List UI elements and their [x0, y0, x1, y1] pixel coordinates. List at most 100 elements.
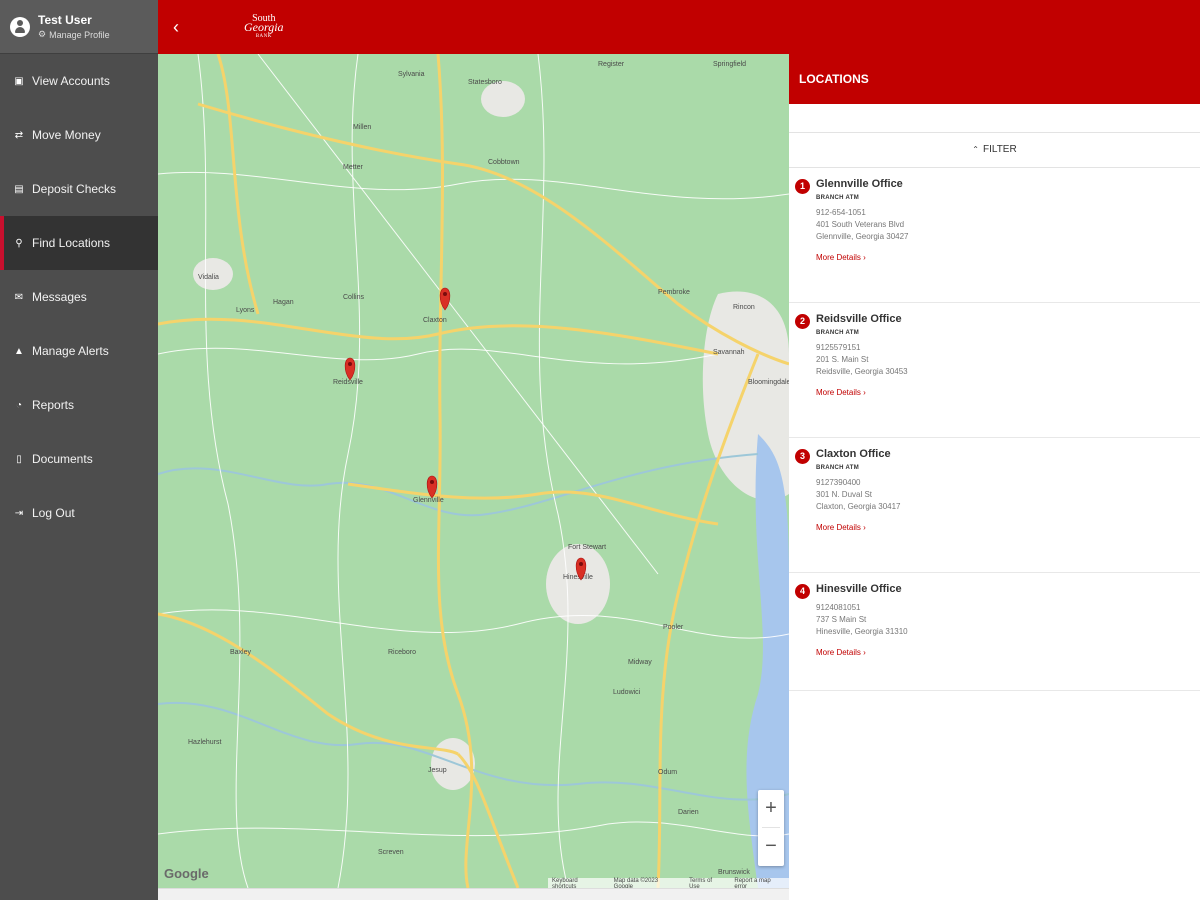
map-town-label: Collins	[343, 294, 365, 301]
gear-icon: ⚙	[38, 29, 47, 39]
map-town-label: Hazlehurst	[188, 739, 222, 746]
location-address-line-2: Reidsville, Georgia 30453	[816, 367, 908, 376]
sidebar-item-label: View Accounts	[32, 74, 110, 88]
more-details-link[interactable]: More Details ›	[816, 648, 1200, 657]
documents-icon: ▯	[16, 453, 22, 465]
more-details-link[interactable]: More Details ›	[816, 523, 1200, 532]
chevron-up-icon: ⌃	[972, 145, 979, 154]
map-footer-link[interactable]: Keyboard shortcuts	[552, 878, 604, 888]
log-out-icon: ⇥	[14, 507, 24, 519]
sidebar-item-move-money[interactable]: ⇄ Move Money	[0, 108, 158, 162]
location-phone[interactable]: 912-654-1051	[816, 207, 1200, 219]
manage-profile-link[interactable]: ⚙ Manage Profile	[38, 29, 110, 40]
location-name[interactable]: Claxton Office	[816, 447, 1200, 461]
location-card[interactable]: 1 Glennville Office BRANCH ATM 912-654-1051…	[789, 168, 1200, 303]
map-town-label: Statesboro	[468, 79, 502, 86]
user-avatar-icon	[10, 16, 30, 37]
deposit-checks-icon: ▤	[14, 183, 24, 195]
location-phone[interactable]: 9124081051	[816, 602, 1200, 614]
zoom-control: + −	[758, 790, 784, 866]
sidebar-item-deposit-checks[interactable]: ▤ Deposit Checks	[0, 162, 158, 216]
location-card[interactable]: 2 Reidsville Office BRANCH ATM 9125579151 20…	[789, 303, 1200, 438]
map-town-label: Jesup	[428, 767, 447, 774]
map-town-label: Glennville	[413, 497, 444, 504]
map-town-label: Midway	[628, 659, 652, 666]
map-town-label: Riceboro	[388, 649, 416, 656]
map-town-label: Ludowici	[613, 689, 641, 696]
more-details-link[interactable]: More Details ›	[816, 388, 1200, 397]
user-name: Test User	[38, 13, 92, 27]
location-address-line-1: 737 S Main St	[816, 615, 867, 624]
sidebar-item-find-locations[interactable]: ⚲ Find Locations	[0, 216, 158, 270]
map-town-label: Register	[598, 61, 625, 68]
map-town-label: Springfield	[713, 61, 746, 68]
location-phone[interactable]: 9127390400	[816, 477, 1200, 489]
map-town-label: Metter	[343, 164, 364, 171]
map-town-label: Rincon	[733, 304, 755, 311]
view-accounts-icon: ▣	[14, 75, 24, 87]
manage-profile-label: Manage Profile	[49, 29, 110, 40]
location-address-line-1: 301 N. Duval St	[816, 490, 873, 499]
hinesville-urban-area	[546, 544, 610, 624]
map-town-label: Savannah	[713, 349, 745, 356]
map-town-label: Darien	[678, 809, 699, 816]
location-phone[interactable]: 9125579151	[816, 342, 1200, 354]
move-money-icon: ⇄	[14, 129, 24, 141]
zoom-out-button[interactable]: −	[758, 828, 784, 865]
locations-panel: LOCATIONS ⌃ FILTER 1 Glennville Office BRAN…	[789, 54, 1200, 900]
sidebar-item-label: Reports	[32, 398, 75, 412]
locations-title: LOCATIONS	[789, 54, 1200, 104]
location-type: BRANCH ATM	[816, 330, 859, 336]
sidebar-item-view-accounts[interactable]: ▣ View Accounts	[0, 54, 158, 108]
map-footer-link[interactable]: Terms of Use	[689, 878, 724, 888]
location-number-badge: 3	[795, 449, 810, 464]
sidebar-item-label: Log Out	[32, 506, 75, 520]
sidebar: Test User ⚙ Manage Profile ▣ View Account…	[0, 0, 158, 900]
location-card[interactable]: 4 Hinesville Office 9124081051 737 S Main S…	[789, 573, 1200, 691]
zoom-in-button[interactable]: +	[758, 790, 784, 827]
sidebar-item-manage-alerts[interactable]: ▲ Manage Alerts	[0, 324, 158, 378]
map-town-label: Reidsville	[333, 379, 363, 386]
map-town-label: Pooler	[663, 624, 684, 631]
location-name[interactable]: Reidsville Office	[816, 312, 1200, 326]
location-number-badge: 1	[795, 179, 810, 194]
reports-icon: ◔	[15, 399, 23, 411]
map-town-label: Millen	[353, 124, 371, 131]
map-town-label: Lyons	[236, 307, 255, 314]
sidebar-item-log-out[interactable]: ⇥ Log Out	[0, 486, 158, 540]
sidebar-item-label: Manage Alerts	[32, 344, 109, 358]
location-name[interactable]: Glennville Office	[816, 177, 1200, 191]
map-canvas[interactable]: Millen Sylvania Statesboro Metter Reidsville…	[158, 54, 789, 888]
sidebar-item-label: Documents	[32, 452, 93, 466]
horizontal-scrollbar[interactable]	[158, 888, 789, 900]
map-town-label: Claxton	[423, 317, 447, 324]
map-town-label: Screven	[378, 849, 404, 856]
sidebar-item-documents[interactable]: ▯ Documents	[0, 432, 158, 486]
map-town-label: Fort Stewart	[568, 544, 606, 551]
location-card[interactable]: 3 Claxton Office BRANCH ATM 9127390400 301 N…	[789, 438, 1200, 573]
filter-toggle[interactable]: ⌃ FILTER	[789, 132, 1200, 168]
sidebar-item-messages[interactable]: ✉ Messages	[0, 270, 158, 324]
sidebar-item-label: Messages	[32, 290, 87, 304]
map-town-label: Cobbtown	[488, 159, 520, 166]
location-address-line-1: 201 S. Main St	[816, 355, 869, 364]
sidebar-item-label: Find Locations	[32, 236, 111, 250]
logo-line-2: Georgia	[244, 20, 284, 34]
map-footer: Keyboard shortcuts Map data ©2023 Google T…	[548, 878, 789, 888]
more-details-link[interactable]: More Details ›	[816, 253, 1200, 262]
bell-icon: ▲	[14, 345, 24, 357]
back-button[interactable]: ‹	[166, 14, 186, 40]
location-name[interactable]: Hinesville Office	[816, 582, 1200, 596]
top-bar: ‹ South Georgia BANK	[158, 0, 1200, 54]
main-nav: ▣ View Accounts ⇄ Move Money ▤ Deposit Checks…	[0, 54, 158, 540]
sidebar-item-reports[interactable]: ◔ Reports	[0, 378, 158, 432]
map-town-label: Pembroke	[658, 289, 690, 296]
map-footer-link[interactable]: Map data ©2023 Google	[614, 878, 679, 888]
map-view[interactable]: Millen Sylvania Statesboro Metter Reidsville…	[158, 54, 789, 888]
map-town-label: Brunswick	[718, 869, 750, 876]
map-town-label: Bloomingdale	[748, 379, 789, 386]
map-footer-link[interactable]: Report a map error	[734, 878, 785, 888]
map-town-label: Sylvania	[398, 71, 425, 78]
user-profile[interactable]: Test User ⚙ Manage Profile	[0, 0, 158, 54]
map-town-label: Odum	[658, 769, 677, 776]
